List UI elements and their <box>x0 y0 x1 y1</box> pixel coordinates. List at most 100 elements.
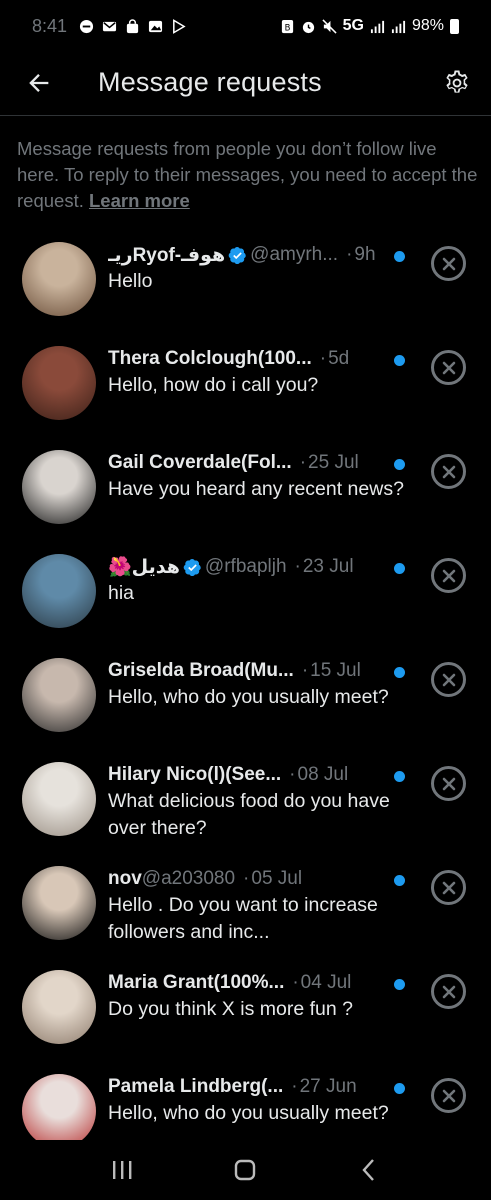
nav-back-button[interactable] <box>349 1150 389 1190</box>
alarm-icon <box>302 21 314 33</box>
sender-name: Griselda Broad(Mu... <box>108 660 294 681</box>
avatar[interactable] <box>22 242 96 316</box>
status-bar: 8:41 B 5G 98% <box>0 0 491 52</box>
top-app-bar: Message requests <box>0 52 491 116</box>
request-row[interactable]: Gail Coverdale(Fol... · 25 Jul Have you hea… <box>0 440 491 544</box>
avatar[interactable] <box>22 866 96 940</box>
separator-dot: · <box>294 556 301 577</box>
sender-name: Maria Grant(100%... <box>108 972 285 993</box>
request-content: 🌺هديل @rfbapljh · 23 Jul hia <box>108 554 408 607</box>
mute-icon <box>322 18 337 34</box>
request-row[interactable]: 🌺هديل @rfbapljh · 23 Jul hia <box>0 544 491 648</box>
request-header-line: Maria Grant(100%... · 04 Jul <box>108 970 408 996</box>
shopping-bag-icon <box>126 18 139 33</box>
back-chevron-icon <box>362 1159 375 1181</box>
separator-dot: · <box>319 348 327 369</box>
avatar[interactable] <box>22 658 96 732</box>
svg-text:B: B <box>284 22 290 32</box>
signal-icon <box>370 20 385 33</box>
request-row[interactable]: Thera Colclough(100... · 5d Hello, how do i… <box>0 336 491 440</box>
verified-badge-icon <box>228 246 247 265</box>
sender-handle: @amyrh... <box>250 244 339 265</box>
dismiss-request-button[interactable] <box>431 558 466 593</box>
request-content: nov @a203080 · 05 Jul Hello . Do you want to… <box>108 866 408 946</box>
unread-dot <box>394 459 405 470</box>
dismiss-request-button[interactable] <box>431 246 466 281</box>
avatar[interactable] <box>22 1074 96 1148</box>
request-time: 15 Jul <box>310 660 361 681</box>
request-row[interactable]: ريـRyof-هوفـ @amyrh... · 9h Hello <box>0 232 491 336</box>
request-header-line: Hilary Nico(l)(See... · 08 Jul <box>108 762 408 788</box>
sender-name: ريـRyof-هوفـ <box>108 244 226 266</box>
dismiss-request-button[interactable] <box>431 350 466 385</box>
separator-dot: · <box>291 1076 298 1097</box>
dismiss-request-button[interactable] <box>431 662 466 697</box>
request-row[interactable]: Hilary Nico(l)(See... · 08 Jul What delicio… <box>0 752 491 856</box>
sender-name: Hilary Nico(l)(See... <box>108 764 282 785</box>
unread-dot <box>394 875 405 886</box>
do-not-disturb-icon <box>79 19 94 33</box>
dismiss-request-button[interactable] <box>431 974 466 1009</box>
request-row[interactable]: Griselda Broad(Mu... · 15 Jul Hello, who do… <box>0 648 491 752</box>
dismiss-request-button[interactable] <box>431 870 466 905</box>
request-header-line: nov @a203080 · 05 Jul <box>108 866 408 892</box>
learn-more-link[interactable]: Learn more <box>89 190 190 211</box>
request-time: 5d <box>328 348 350 369</box>
back-button[interactable] <box>22 66 56 100</box>
home-button[interactable] <box>225 1150 265 1190</box>
request-row[interactable]: Maria Grant(100%... · 04 Jul Do you think X… <box>0 960 491 1064</box>
dismiss-request-button[interactable] <box>431 454 466 489</box>
page-title: Message requests <box>98 67 322 97</box>
unread-dot <box>394 979 405 990</box>
message-preview: Have you heard any recent news? <box>108 478 404 500</box>
status-time: 8:41 <box>32 15 68 36</box>
settings-button[interactable] <box>439 65 475 101</box>
gmail-icon <box>102 21 117 31</box>
unread-dot <box>394 771 405 782</box>
request-header-line: ريـRyof-هوفـ @amyrh... · 9h <box>108 242 408 268</box>
request-time: 27 Jun <box>299 1076 357 1097</box>
battery-icon <box>450 18 459 34</box>
unread-dot <box>394 251 405 262</box>
gear-icon <box>446 70 468 93</box>
request-row[interactable]: nov @a203080 · 05 Jul Hello . Do you want to… <box>0 856 491 960</box>
request-content: Hilary Nico(l)(See... · 08 Jul What delicio… <box>108 762 408 842</box>
request-content: ريـRyof-هوفـ @amyrh... · 9h Hello <box>108 242 408 295</box>
recents-button[interactable] <box>102 1150 142 1190</box>
sender-name: nov <box>108 868 142 889</box>
sender-name: Thera Colclough(100... <box>108 348 312 369</box>
sender-handle: @a203080 <box>141 868 236 889</box>
close-icon <box>442 881 455 894</box>
message-preview: Hello, how do i call you? <box>108 374 319 396</box>
verified-badge-icon <box>183 558 202 577</box>
sender-name: Gail Coverdale(Fol... <box>108 452 292 473</box>
unread-dot <box>394 667 405 678</box>
status-right: B 5G 98% <box>280 17 459 35</box>
message-preview: hia <box>108 582 135 604</box>
close-icon <box>442 361 455 374</box>
recents-icon <box>112 1161 132 1179</box>
close-icon <box>442 985 455 998</box>
dismiss-request-button[interactable] <box>431 1078 466 1113</box>
arrow-left-icon <box>29 74 49 92</box>
message-preview: What delicious food do you have over the… <box>108 790 390 839</box>
separator-dot: · <box>243 868 250 889</box>
home-icon <box>235 1159 256 1181</box>
request-time: 9h <box>354 244 376 265</box>
data-saver-icon: B <box>281 19 293 33</box>
request-header-line: Thera Colclough(100... · 5d <box>108 346 408 372</box>
info-body: Message requests from people you don’t f… <box>17 138 478 211</box>
request-header-line: Pamela Lindberg(... · 27 Jun <box>108 1074 408 1100</box>
avatar[interactable] <box>22 554 96 628</box>
unread-dot <box>394 1083 405 1094</box>
avatar[interactable] <box>22 346 96 420</box>
close-icon <box>442 569 455 582</box>
avatar[interactable] <box>22 762 96 836</box>
request-time: 08 Jul <box>297 764 349 785</box>
avatar[interactable] <box>22 450 96 524</box>
dismiss-request-button[interactable] <box>431 766 466 801</box>
close-icon <box>442 1089 455 1102</box>
request-content: Griselda Broad(Mu... · 15 Jul Hello, who do… <box>108 658 408 711</box>
avatar[interactable] <box>22 970 96 1044</box>
request-content: Pamela Lindberg(... · 27 Jun Hello, who do … <box>108 1074 408 1127</box>
